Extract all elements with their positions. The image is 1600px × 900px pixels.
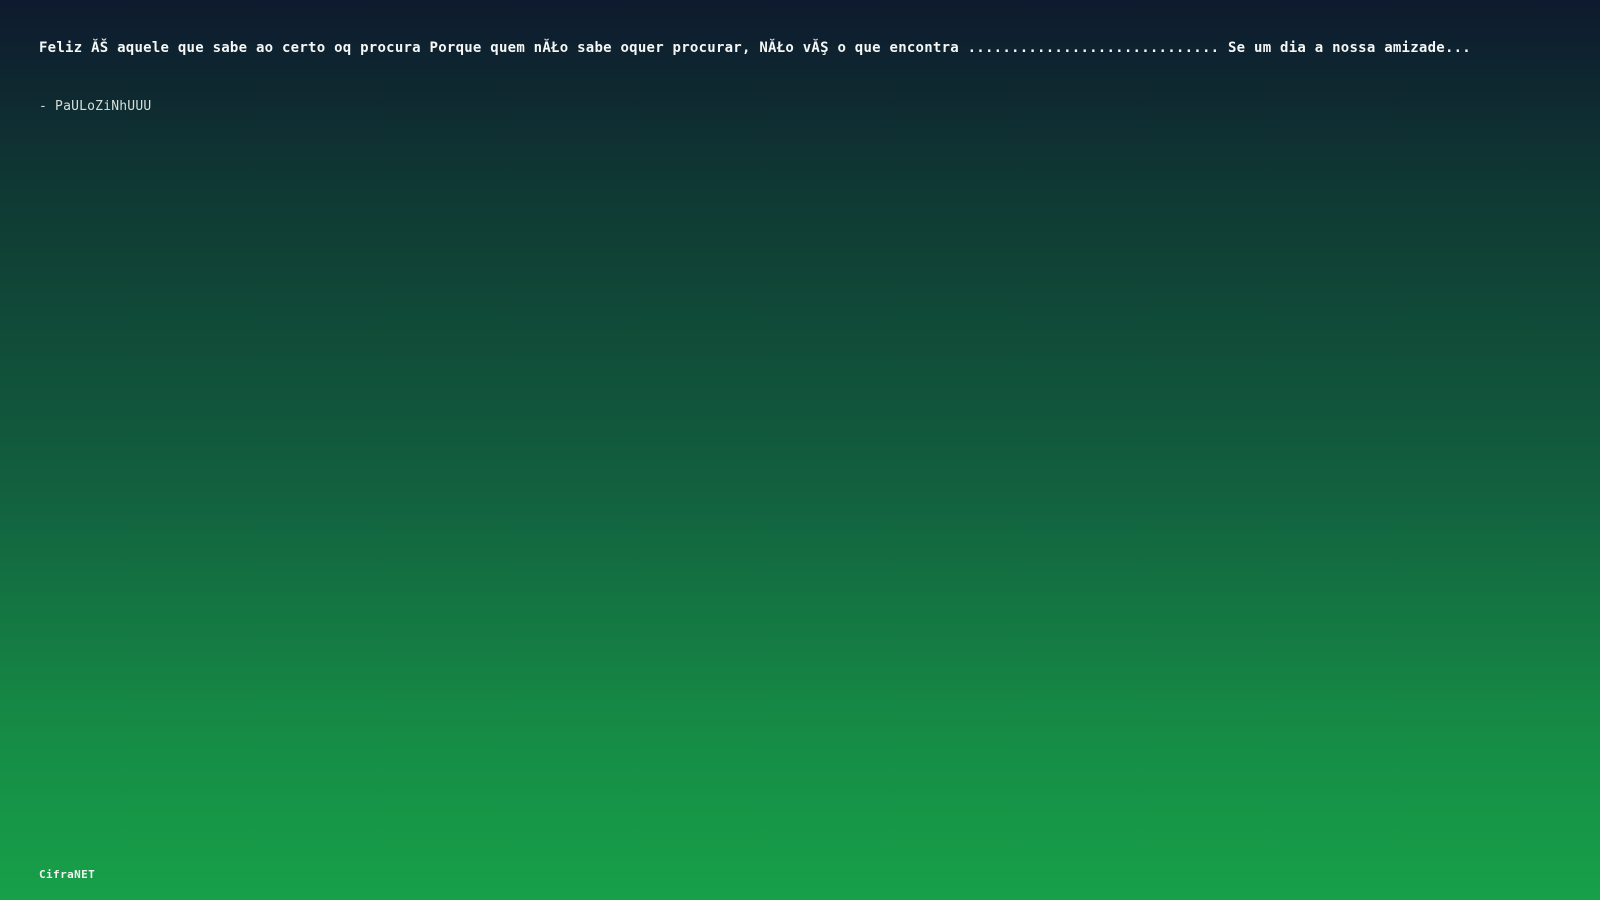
quote-text: Feliz ĂŠ aquele que sabe ao certo oq pro… xyxy=(39,40,1471,56)
brand-logo-text[interactable]: CifraNET xyxy=(39,868,95,882)
quote-author: - PaULoZiNhUUU xyxy=(39,99,152,114)
lyrics-page: { "quote": { "text": "Feliz ĂŠ aquele qu… xyxy=(0,0,1600,900)
